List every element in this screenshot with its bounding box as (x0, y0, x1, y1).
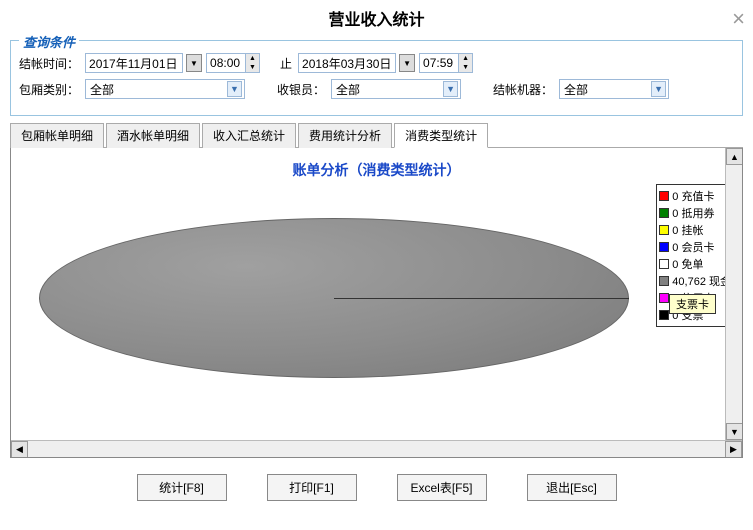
excel-button[interactable]: Excel表[F5] (397, 474, 487, 501)
chart-title: 账单分析（消费类型统计） (11, 148, 742, 184)
scroll-up-icon[interactable]: ▲ (726, 148, 743, 165)
tab-drink-bills[interactable]: 酒水帐单明细 (106, 123, 200, 148)
legend-swatch (659, 208, 669, 218)
pie-chart (39, 218, 629, 408)
legend-label: 0 充值卡 (672, 188, 714, 204)
tab-cost-analysis[interactable]: 费用统计分析 (298, 123, 392, 148)
time-label: 结帐时间： (19, 55, 79, 72)
pie-slice-line (334, 298, 629, 299)
horizontal-scrollbar[interactable]: ◀ ▶ (11, 440, 742, 457)
legend-label: 40,762 现金 (672, 273, 731, 289)
chevron-down-icon: ▼ (651, 81, 666, 97)
legend-item: 0 抵用券 (659, 205, 731, 221)
legend-label: 0 免单 (672, 256, 703, 272)
legend-swatch (659, 293, 669, 303)
spin-up-icon[interactable]: ▲ (246, 54, 259, 63)
vertical-scrollbar[interactable]: ▲ ▼ (725, 148, 742, 440)
legend-item: 0 挂帐 (659, 222, 731, 238)
time-from-input[interactable]: ▲ ▼ (206, 53, 260, 73)
tab-room-bills[interactable]: 包厢帐单明细 (10, 123, 104, 148)
chevron-down-icon: ▼ (443, 81, 458, 97)
legend-label: 0 抵用券 (672, 205, 714, 221)
date-from-input[interactable]: 2017年11月01日 (85, 53, 183, 73)
legend-swatch (659, 310, 669, 320)
legend-swatch (659, 259, 669, 269)
time-to-input[interactable]: ▲ ▼ (419, 53, 473, 73)
scroll-down-icon[interactable]: ▼ (726, 423, 743, 440)
scroll-left-icon[interactable]: ◀ (11, 441, 28, 458)
date-to-dropdown-icon[interactable]: ▼ (399, 54, 415, 72)
conditions-title: 查询条件 (19, 32, 79, 51)
to-label: 止 (280, 55, 292, 72)
legend-item: 40,762 现金 (659, 273, 731, 289)
room-type-select[interactable]: 全部 ▼ (85, 79, 245, 99)
close-icon[interactable]: × (732, 6, 745, 32)
legend-item: 0 免单 (659, 256, 731, 272)
cashier-value: 全部 (336, 81, 360, 98)
cashier-select[interactable]: 全部 ▼ (331, 79, 461, 99)
scroll-right-icon[interactable]: ▶ (725, 441, 742, 458)
window-title: 营业收入统计 (328, 6, 424, 30)
time-to-field[interactable] (420, 54, 458, 72)
room-type-label: 包厢类别： (19, 81, 79, 98)
tab-consumption-type[interactable]: 消费类型统计 (394, 123, 488, 148)
stat-button[interactable]: 统计[F8] (137, 474, 227, 501)
legend-swatch (659, 242, 669, 252)
room-type-value: 全部 (90, 81, 114, 98)
exit-button[interactable]: 退出[Esc] (527, 474, 617, 501)
legend-swatch (659, 225, 669, 235)
query-conditions-group: 查询条件 结帐时间： 2017年11月01日 ▼ ▲ ▼ 止 2018年03月3… (10, 40, 743, 116)
legend-label: 0 会员卡 (672, 239, 714, 255)
time-from-field[interactable] (207, 54, 245, 72)
row-filters: 包厢类别： 全部 ▼ 收银员： 全部 ▼ 结帐机器： 全部 ▼ (19, 79, 734, 99)
legend-swatch (659, 276, 669, 286)
chevron-down-icon: ▼ (227, 81, 242, 97)
legend-item: 0 充值卡 (659, 188, 731, 204)
date-from-dropdown-icon[interactable]: ▼ (186, 54, 202, 72)
legend-item: 0 会员卡 (659, 239, 731, 255)
spin-up-icon[interactable]: ▲ (459, 54, 472, 63)
date-to-input[interactable]: 2018年03月30日 (298, 53, 396, 73)
machine-label: 结帐机器： (493, 81, 553, 98)
tab-bar: 包厢帐单明细 酒水帐单明细 收入汇总统计 费用统计分析 消费类型统计 (10, 122, 743, 148)
cashier-label: 收银员： (277, 81, 325, 98)
legend-swatch (659, 191, 669, 201)
spin-down-icon[interactable]: ▼ (246, 63, 259, 72)
chart-area: 账单分析（消费类型统计） 0 充值卡0 抵用券0 挂帐0 会员卡0 免单40,7… (10, 148, 743, 458)
machine-value: 全部 (564, 81, 588, 98)
button-bar: 统计[F8] 打印[F1] Excel表[F5] 退出[Esc] (0, 474, 753, 501)
print-button[interactable]: 打印[F1] (267, 474, 357, 501)
row-time: 结帐时间： 2017年11月01日 ▼ ▲ ▼ 止 2018年03月30日 ▼ … (19, 53, 734, 73)
legend-label: 0 挂帐 (672, 222, 703, 238)
machine-select[interactable]: 全部 ▼ (559, 79, 669, 99)
chart-tooltip: 支票卡 (669, 294, 716, 314)
spin-down-icon[interactable]: ▼ (459, 63, 472, 72)
tab-income-summary[interactable]: 收入汇总统计 (202, 123, 296, 148)
title-bar: 营业收入统计 × (0, 0, 753, 36)
